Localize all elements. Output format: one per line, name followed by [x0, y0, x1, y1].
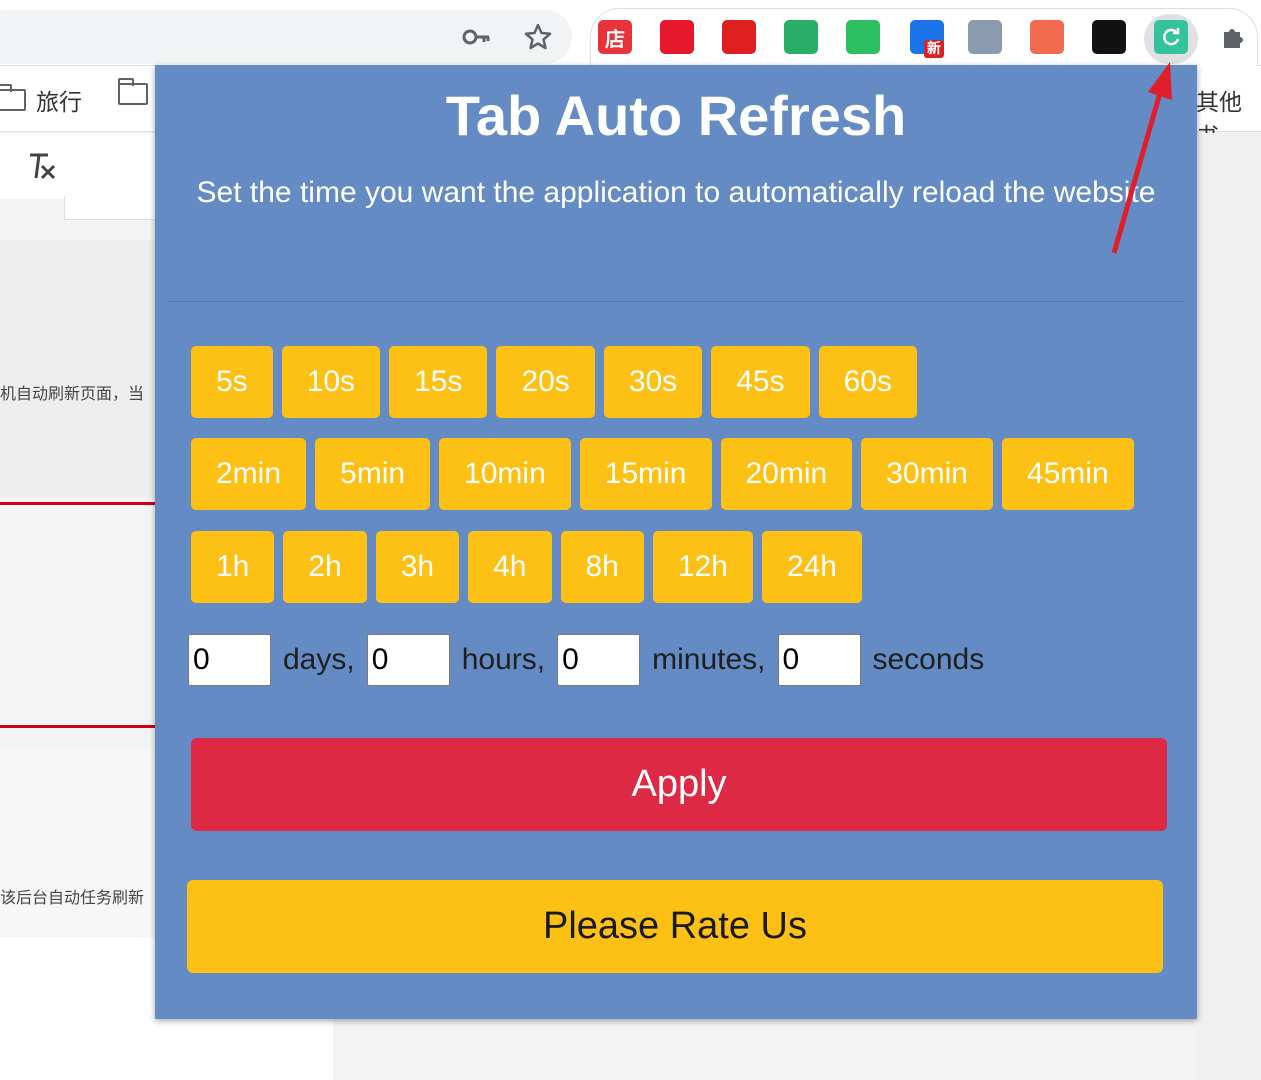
divider — [167, 301, 1185, 302]
bookmark-label: 旅行 — [36, 90, 82, 116]
evernote-extension-icon[interactable] — [846, 20, 880, 54]
tampermonkey-extension-icon[interactable] — [1092, 20, 1126, 54]
star-icon[interactable] — [523, 22, 553, 52]
seconds-label: seconds — [872, 643, 985, 676]
preset-button-45min[interactable]: 45min — [1001, 438, 1134, 510]
apply-button[interactable]: Apply — [191, 738, 1167, 831]
adblock-extension-icon[interactable] — [722, 20, 756, 54]
content-card — [0, 508, 155, 724]
new-badge: 新 — [924, 40, 944, 58]
popup-title: Tab Auto Refresh — [445, 84, 907, 147]
bookmark-folder[interactable] — [118, 78, 148, 105]
days-label: days, — [283, 643, 355, 676]
preset-button-10s[interactable]: 10s — [281, 346, 381, 418]
popup-description: Set the time you want the application to… — [196, 176, 1156, 209]
key-icon[interactable] — [461, 22, 491, 52]
hours-input[interactable] — [366, 634, 450, 686]
preset-button-30s[interactable]: 30s — [603, 346, 703, 418]
preset-button-60s[interactable]: 60s — [818, 346, 917, 418]
shop-extension-icon[interactable]: 店 — [598, 20, 632, 54]
seconds-input[interactable] — [777, 634, 861, 686]
preset-button-15min[interactable]: 15min — [579, 438, 712, 510]
preset-button-3h[interactable]: 3h — [375, 531, 460, 603]
folder-icon — [118, 78, 148, 105]
tab-auto-refresh-extension-icon[interactable] — [1154, 20, 1188, 54]
preset-button-15s[interactable]: 15s — [389, 346, 488, 418]
custom-interval-row: days, hours, minutes, seconds — [188, 634, 996, 686]
preset-button-5s[interactable]: 5s — [191, 346, 273, 418]
preset-button-8h[interactable]: 8h — [560, 531, 644, 603]
separator-line — [0, 502, 156, 505]
preset-button-45s[interactable]: 45s — [711, 346, 810, 418]
content-card — [0, 748, 155, 938]
rate-us-button[interactable]: Please Rate Us — [187, 880, 1163, 973]
preset-button-2h[interactable]: 2h — [283, 531, 367, 603]
preset-button-24h[interactable]: 24h — [761, 531, 862, 603]
preset-button-1h[interactable]: 1h — [191, 531, 275, 603]
weibo-extension-icon[interactable] — [660, 20, 694, 54]
image-download-extension-icon[interactable] — [968, 20, 1002, 54]
preset-row-hours: 1h 2h 3h 4h 8h 12h 24h — [191, 531, 862, 603]
page-side-area — [1197, 133, 1261, 1080]
preset-button-2min[interactable]: 2min — [191, 438, 307, 510]
wechat-extension-icon[interactable] — [784, 20, 818, 54]
preset-button-10min[interactable]: 10min — [439, 438, 571, 510]
image-extension-icon[interactable] — [1030, 20, 1064, 54]
preset-button-12h[interactable]: 12h — [652, 531, 753, 603]
preset-row-seconds: 5s 10s 15s 20s 30s 45s 60s — [191, 346, 917, 418]
content-card — [0, 240, 155, 498]
browser-toolbar: 店新 — [0, 0, 1261, 66]
preset-button-20s[interactable]: 20s — [496, 346, 595, 418]
separator-line — [0, 725, 156, 728]
tab-auto-refresh-popup: Tab Auto Refresh Set the time you want t… — [155, 65, 1197, 1019]
folder-icon — [0, 84, 26, 111]
clear-format-icon[interactable] — [26, 150, 58, 190]
preset-button-5min[interactable]: 5min — [315, 438, 431, 510]
preset-row-minutes: 2min 5min 10min 15min 20min 30min 45min — [191, 438, 1134, 510]
minutes-input[interactable] — [557, 634, 641, 686]
puzzle-extensions-icon[interactable] — [1216, 20, 1250, 54]
days-input[interactable] — [188, 634, 271, 686]
preset-button-30min[interactable]: 30min — [861, 438, 993, 510]
bookmark-folder-travel[interactable]: 旅行 — [0, 83, 82, 117]
preset-button-20min[interactable]: 20min — [720, 438, 853, 510]
preset-button-4h[interactable]: 4h — [468, 531, 552, 603]
translate-extension-icon[interactable]: 新 — [910, 20, 944, 58]
more-extensions-link[interactable] — [64, 196, 156, 220]
background-text: 该后台自动任务刷新 — [0, 888, 145, 907]
minutes-label: minutes, — [652, 643, 766, 676]
background-text: 机自动刷新页面，当 — [0, 384, 145, 403]
hours-label: hours, — [461, 643, 546, 676]
